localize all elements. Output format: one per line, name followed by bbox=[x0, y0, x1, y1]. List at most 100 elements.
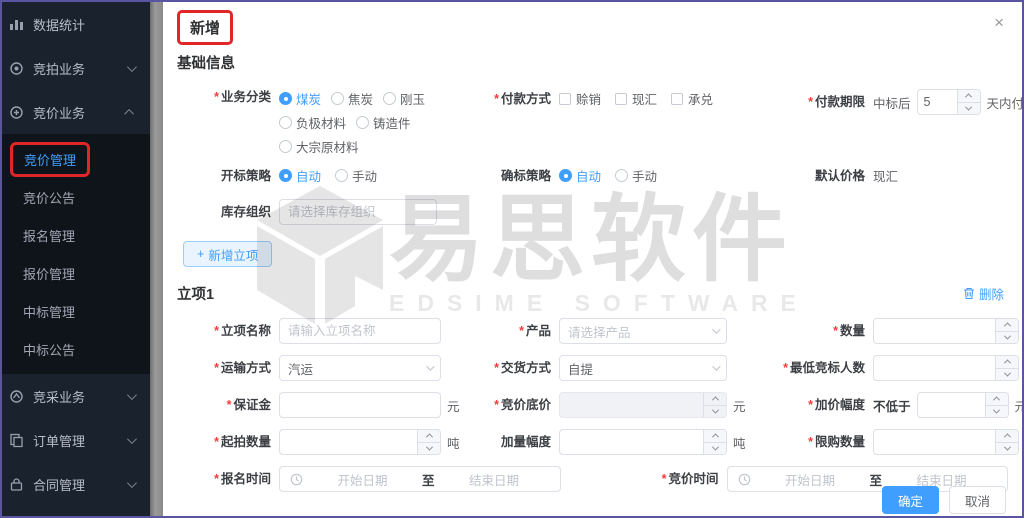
project-row-2: *运输方式 汽运 *交货方式 自提 *最低竞标人数 人 bbox=[177, 355, 1008, 381]
radio-confirm-auto[interactable]: 自动 bbox=[559, 166, 601, 185]
sidebar-item-contract-management[interactable]: 合同管理 bbox=[2, 462, 150, 506]
add-project-button[interactable]: + 新增立项 bbox=[183, 241, 272, 267]
page-title: 新增 bbox=[190, 17, 220, 38]
radio-open-manual[interactable]: 手动 bbox=[335, 166, 377, 185]
signup-time-range-picker[interactable]: 开始日期 至 结束日期 bbox=[279, 466, 561, 492]
stepper bbox=[957, 90, 980, 114]
radio-coal[interactable]: 煤炭 bbox=[279, 89, 321, 108]
radio-confirm-manual[interactable]: 手动 bbox=[615, 166, 657, 185]
annotation-box: 竞价管理 bbox=[10, 142, 90, 177]
stepper-down-icon[interactable] bbox=[958, 102, 980, 115]
radio-icon bbox=[279, 140, 292, 153]
deposit-input[interactable] bbox=[288, 398, 432, 412]
chevron-down-icon bbox=[127, 390, 137, 400]
delete-project-button[interactable]: 删除 bbox=[963, 284, 1004, 303]
sidebar-subitem-award-management[interactable]: 中标管理 bbox=[2, 292, 150, 330]
increment-unit: 元/次 bbox=[1015, 396, 1022, 415]
stepper-down-icon[interactable] bbox=[418, 442, 440, 455]
sidebar-item-data-stats[interactable]: 数据统计 bbox=[2, 2, 150, 46]
payment-term-label: *付款期限 bbox=[765, 94, 865, 110]
radio-icon bbox=[356, 116, 369, 129]
stepper bbox=[995, 319, 1018, 343]
add-qty-label: 加量幅度 bbox=[487, 434, 551, 450]
add-qty-stepper bbox=[559, 429, 727, 455]
checkbox-credit-sale[interactable]: 赊销 bbox=[559, 89, 601, 108]
sidebar-item-auction-business[interactable]: 竞拍业务 bbox=[2, 46, 150, 90]
radio-anode-material[interactable]: 负极材料 bbox=[279, 113, 346, 132]
stepper-up-icon[interactable] bbox=[418, 430, 440, 442]
transport-select[interactable]: 汽运 bbox=[279, 355, 441, 381]
sidebar-subitem-quote-management[interactable]: 报价管理 bbox=[2, 254, 150, 292]
project-name-input[interactable] bbox=[288, 324, 432, 338]
min-bidders-label: *最低竞标人数 bbox=[765, 360, 865, 376]
radio-castings[interactable]: 铸造件 bbox=[356, 113, 411, 132]
quantity-input[interactable] bbox=[874, 319, 995, 343]
sidebar-item-bidding-business[interactable]: 竞价业务 bbox=[2, 90, 150, 134]
radio-corundum[interactable]: 刚玉 bbox=[383, 89, 425, 108]
confirm-strategy-label: 确标策略 bbox=[487, 168, 551, 184]
product-label: *产品 bbox=[487, 323, 551, 339]
deposit-label: *保证金 bbox=[177, 397, 271, 413]
radio-open-auto[interactable]: 自动 bbox=[279, 166, 321, 185]
payment-term-suffix: 天内付款 bbox=[987, 93, 1022, 112]
chevron-down-icon bbox=[426, 362, 434, 370]
chevron-down-icon bbox=[127, 434, 137, 444]
bidding-time-label: *竞价时间 bbox=[561, 471, 719, 487]
payment-term-input[interactable] bbox=[918, 90, 957, 114]
contract-icon bbox=[9, 477, 24, 492]
sidebar-divider-strip[interactable] bbox=[150, 2, 163, 516]
radio-coke[interactable]: 焦炭 bbox=[331, 89, 373, 108]
stepper-down-icon[interactable] bbox=[996, 442, 1018, 455]
stepper-up-icon[interactable] bbox=[958, 90, 980, 102]
bidding-icon bbox=[9, 105, 24, 120]
sidebar-item-procurement-business[interactable]: 竞采业务 bbox=[2, 374, 150, 418]
sidebar-subitem-signup-management[interactable]: 报名管理 bbox=[2, 216, 150, 254]
stepper-down-icon[interactable] bbox=[986, 405, 1008, 418]
sidebar-subitem-bidding-announcement[interactable]: 竞价公告 bbox=[2, 178, 150, 216]
deposit-field[interactable] bbox=[279, 392, 441, 418]
min-bidders-stepper bbox=[873, 355, 1019, 381]
procurement-icon bbox=[9, 389, 24, 404]
stepper-up-icon[interactable] bbox=[704, 430, 726, 442]
dialog-new-bidding: 新增 × 基础信息 *业务分类 煤炭 焦炭 刚玉 负极材料 铸造件 大宗原材料 … bbox=[163, 2, 1022, 516]
cancel-button[interactable]: 取消 bbox=[949, 486, 1006, 514]
date-separator: 至 bbox=[422, 470, 435, 489]
add-qty-input[interactable] bbox=[560, 430, 703, 454]
stepper-down-icon[interactable] bbox=[704, 442, 726, 455]
stepper bbox=[985, 393, 1008, 417]
checkbox-acceptance[interactable]: 承兑 bbox=[671, 89, 713, 108]
sidebar-subitem-bidding-management[interactable]: 竞价管理 bbox=[2, 140, 150, 178]
sidebar-item-label: 订单管理 bbox=[33, 431, 85, 450]
stepper-down-icon[interactable] bbox=[996, 368, 1018, 381]
min-bidders-input[interactable] bbox=[874, 356, 995, 380]
product-select[interactable]: 请选择产品 bbox=[559, 318, 727, 344]
inventory-org-select[interactable] bbox=[279, 199, 437, 225]
stepper-down-icon[interactable] bbox=[996, 331, 1018, 344]
sidebar-subitem-award-announcement[interactable]: 中标公告 bbox=[2, 330, 150, 368]
project-row-4: *起拍数量 吨 加量幅度 吨 *限购数量 吨 bbox=[177, 429, 1008, 455]
plus-icon: + bbox=[197, 247, 204, 261]
increment-input[interactable] bbox=[918, 393, 985, 417]
auction-icon bbox=[9, 61, 24, 76]
project-name-field[interactable] bbox=[279, 318, 441, 344]
basic-row-1: *业务分类 煤炭 焦炭 刚玉 负极材料 铸造件 大宗原材料 *付款方式 赊销 现… bbox=[177, 89, 1008, 156]
radio-bulk-raw-material[interactable]: 大宗原材料 bbox=[279, 137, 359, 156]
checkbox-cash[interactable]: 现汇 bbox=[615, 89, 657, 108]
limit-qty-input[interactable] bbox=[874, 430, 995, 454]
stepper-up-icon[interactable] bbox=[996, 430, 1018, 442]
start-date-placeholder: 开始日期 bbox=[307, 470, 418, 489]
chevron-down-icon bbox=[712, 362, 720, 370]
inventory-org-input[interactable] bbox=[288, 205, 428, 219]
project-name-label: *立项名称 bbox=[177, 323, 271, 339]
start-qty-input[interactable] bbox=[280, 430, 417, 454]
clock-icon bbox=[738, 473, 751, 486]
delivery-select[interactable]: 自提 bbox=[559, 355, 727, 381]
sidebar-item-order-management[interactable]: 订单管理 bbox=[2, 418, 150, 462]
stepper-up-icon[interactable] bbox=[996, 319, 1018, 331]
checkbox-icon bbox=[671, 93, 683, 105]
confirm-button[interactable]: 确定 bbox=[882, 486, 939, 514]
close-icon[interactable]: × bbox=[994, 14, 1004, 31]
stepper-up-icon[interactable] bbox=[986, 393, 1008, 405]
sidebar-item-label: 合同管理 bbox=[33, 475, 85, 494]
stepper-up-icon[interactable] bbox=[996, 356, 1018, 368]
